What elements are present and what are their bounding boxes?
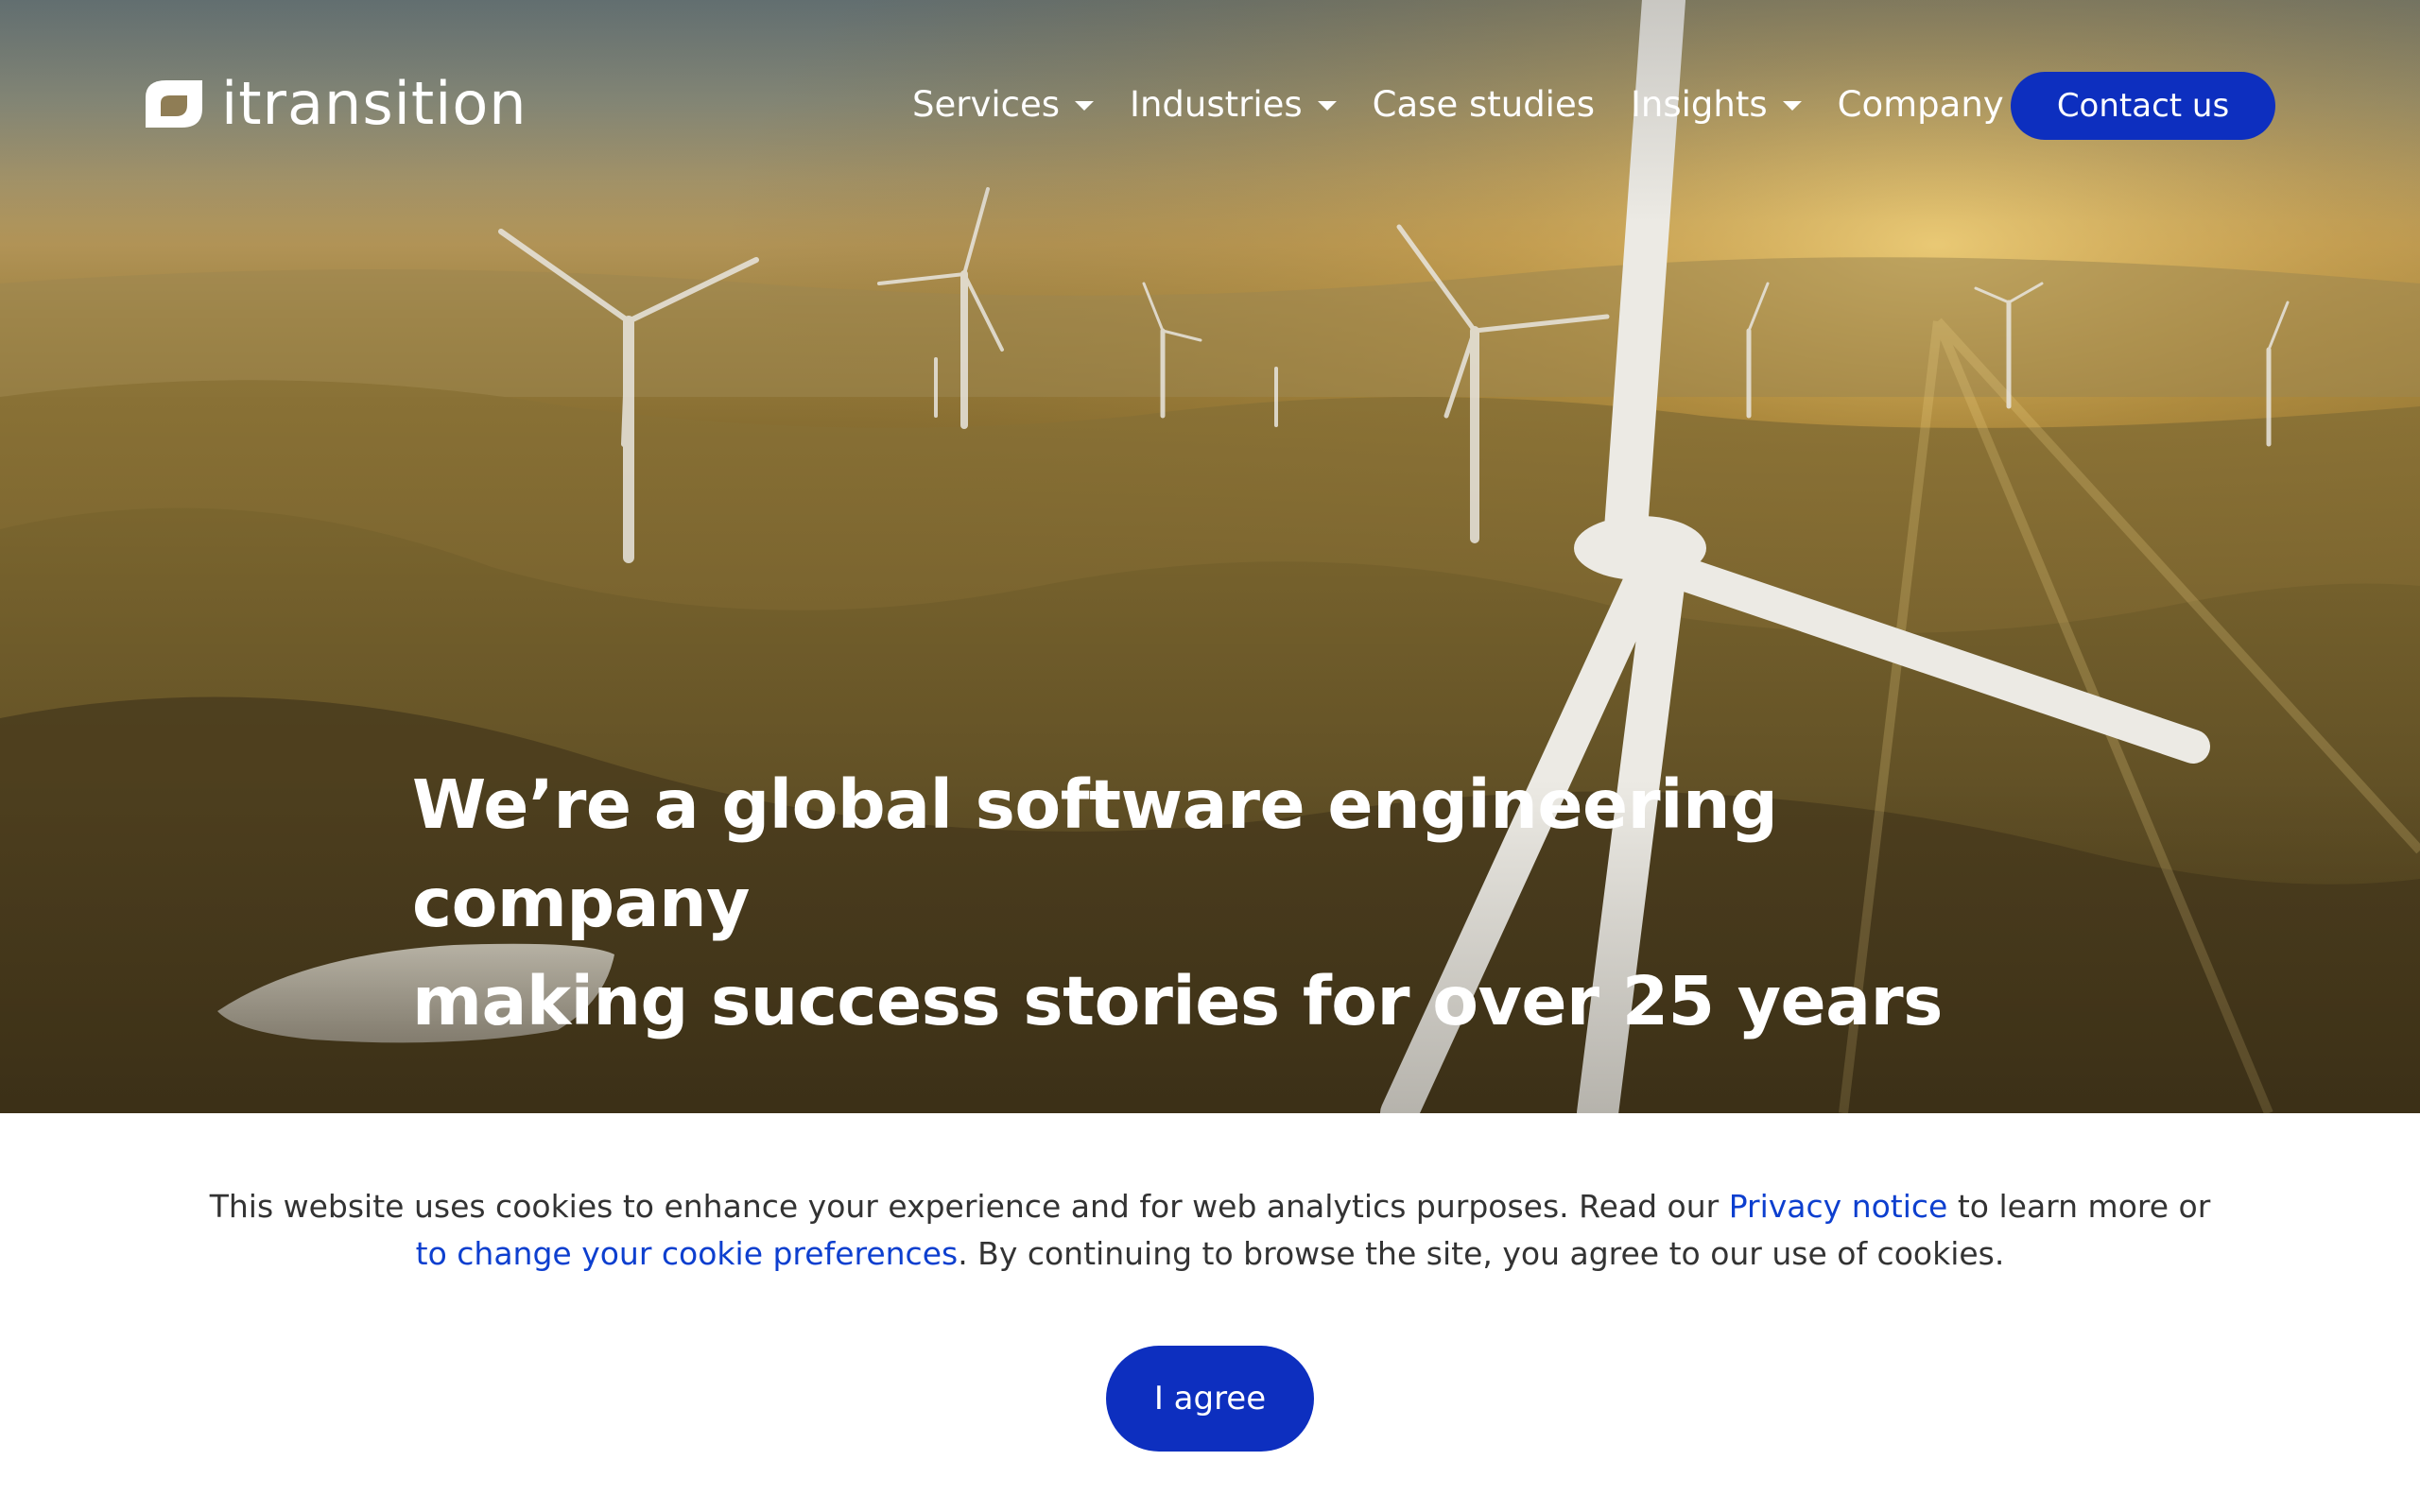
nav-item-label: Company — [1837, 83, 2004, 125]
chevron-down-icon — [1782, 101, 1802, 111]
hero-headline-line2: making success stories for over 25 years — [412, 962, 1943, 1040]
nav-item-label: Industries — [1130, 83, 1303, 125]
cookie-text-part3: . By continuing to browse the site, you … — [958, 1235, 2005, 1272]
brand-logo[interactable]: itransition — [142, 70, 527, 138]
page: itransition Services Industries Case stu… — [0, 0, 2420, 1512]
chevron-down-icon — [1075, 101, 1095, 111]
nav-item-label: Insights — [1631, 83, 1768, 125]
cookie-preferences-link[interactable]: to change your cookie preferences — [416, 1235, 959, 1272]
chevron-down-icon — [1317, 101, 1337, 111]
cookie-text-part1: This website uses cookies to enhance you… — [209, 1188, 1729, 1225]
nav-item-label: Case studies — [1372, 83, 1596, 125]
nav-item-case-studies[interactable]: Case studies — [1373, 84, 1595, 125]
site-header: itransition Services Industries Case stu… — [0, 0, 2420, 208]
hero-headline: We’re a global software engineering comp… — [412, 756, 2114, 1051]
cookie-message: This website uses cookies to enhance you… — [189, 1183, 2231, 1278]
agree-button[interactable]: I agree — [1106, 1346, 1314, 1452]
nav-item-company[interactable]: Company — [1838, 84, 2038, 125]
leaf-logo-icon — [146, 80, 202, 128]
main-nav: Services Industries Case studies Insight… — [912, 70, 2074, 138]
nav-item-services[interactable]: Services — [912, 83, 1095, 125]
nav-item-industries[interactable]: Industries — [1130, 84, 1337, 125]
nav-item-insights[interactable]: Insights — [1631, 84, 1802, 125]
privacy-notice-link[interactable]: Privacy notice — [1729, 1188, 1948, 1225]
brand-name: itransition — [221, 69, 527, 138]
cookie-text-part2: to learn more or — [1947, 1188, 2211, 1225]
nav-item-label: Services — [912, 83, 1061, 125]
hero-headline-line1: We’re a global software engineering comp… — [412, 765, 1778, 942]
cookie-banner: This website uses cookies to enhance you… — [0, 1113, 2420, 1512]
contact-us-button[interactable]: Contact us — [2011, 72, 2275, 140]
